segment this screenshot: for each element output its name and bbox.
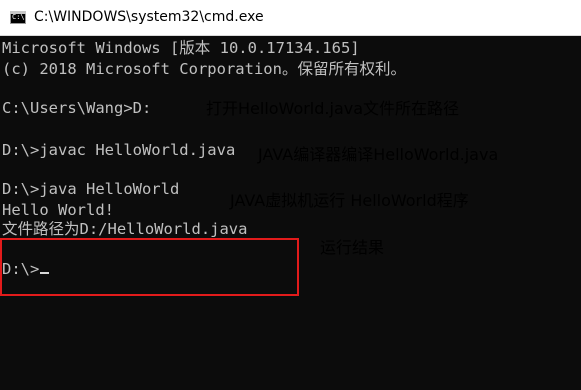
result-highlight-box xyxy=(0,238,299,296)
console-line: Hello World! xyxy=(2,201,114,219)
console-line: C:\Users\Wang>D: xyxy=(2,99,152,117)
console-line: D:\>javac HelloWorld.java xyxy=(2,141,236,159)
console-output[interactable]: Microsoft Windows [版本 10.0.17134.165] (c… xyxy=(0,36,581,390)
console-line: (c) 2018 Microsoft Corporation。保留所有权利。 xyxy=(2,60,406,78)
console-line: 文件路径为D:/HelloWorld.java xyxy=(2,220,248,238)
annotation-run: JAVA虚拟机运行 HelloWorld程序 xyxy=(230,191,469,210)
cmd-app-icon[interactable]: C:\ xyxy=(10,11,26,24)
console-line: Microsoft Windows [版本 10.0.17134.165] xyxy=(2,39,360,57)
cmd-window: C:\ C:\WINDOWS\system32\cmd.exe Microsof… xyxy=(0,0,581,390)
window-title: C:\WINDOWS\system32\cmd.exe xyxy=(34,9,264,25)
annotation-result: 运行结果 xyxy=(320,238,385,257)
title-bar[interactable]: C:\ C:\WINDOWS\system32\cmd.exe xyxy=(0,0,581,36)
console-line: D:\>java HelloWorld xyxy=(2,180,180,198)
annotation-open-file: 打开HelloWorld.java文件所在路径 xyxy=(206,99,460,118)
annotation-compile: JAVA编译器编译HelloWorld.java xyxy=(258,145,499,164)
